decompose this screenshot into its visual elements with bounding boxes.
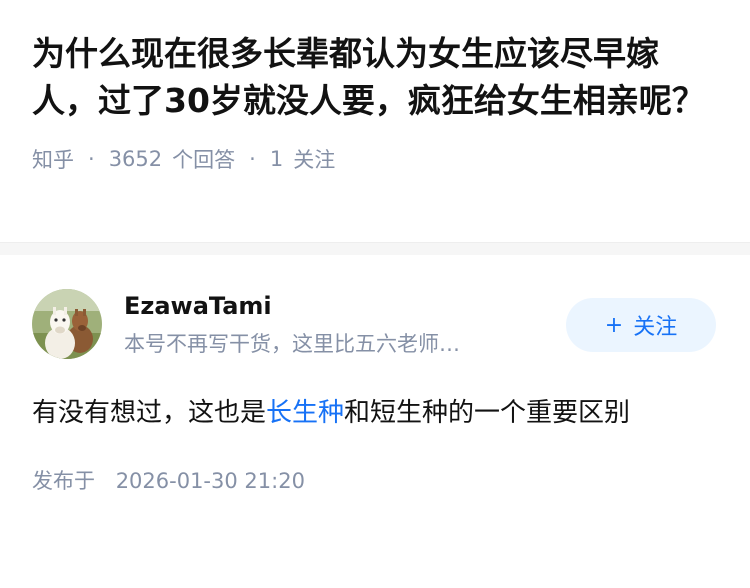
plus-icon: +: [604, 312, 624, 338]
follow-count-label: 关注: [293, 148, 336, 172]
question-title[interactable]: 为什么现在很多长辈都认为女生应该尽早嫁人，过了30岁就没人要，疯狂给女生相亲呢？: [32, 30, 718, 124]
post-time-label: 发布于: [32, 469, 95, 493]
post-time: 发布于 2026-01-30 21:20: [32, 465, 718, 495]
alpaca-avatar-image: [32, 289, 102, 359]
follow-button[interactable]: + 关注: [566, 298, 716, 352]
answer-text-before: 有没有想过，这也是: [32, 398, 267, 428]
question-meta: 知乎 · 3652 个回答 · 1 关注: [32, 144, 718, 174]
question-header: 为什么现在很多长辈都认为女生应该尽早嫁人，过了30岁就没人要，疯狂给女生相亲呢？…: [0, 0, 750, 220]
source-label[interactable]: 知乎: [32, 144, 74, 174]
follow-button-label: 关注: [633, 315, 678, 340]
avatar[interactable]: [32, 289, 102, 359]
answer-content: 有没有想过，这也是长生种和短生种的一个重要区别: [32, 389, 718, 437]
author-row: EzawaTami 本号不再写干货，这里比五六老师… + 关注: [32, 285, 718, 363]
meta-separator: ·: [88, 147, 95, 171]
section-divider: [0, 242, 750, 255]
answer-count-label: 个回答: [172, 148, 236, 172]
post-time-value: 2026-01-30 21:20: [115, 469, 305, 493]
author-bio: 本号不再写干货，这里比五六老师…: [124, 332, 460, 356]
meta-separator: ·: [249, 147, 256, 171]
answer-card: EzawaTami 本号不再写干货，这里比五六老师… + 关注 有没有想过，这也…: [0, 255, 750, 495]
follow-count: 1: [269, 147, 284, 171]
answer-count: 3652: [108, 147, 163, 171]
answer-keyword-link[interactable]: 长生种: [266, 398, 344, 428]
answer-text-after: 和短生种的一个重要区别: [344, 398, 631, 428]
